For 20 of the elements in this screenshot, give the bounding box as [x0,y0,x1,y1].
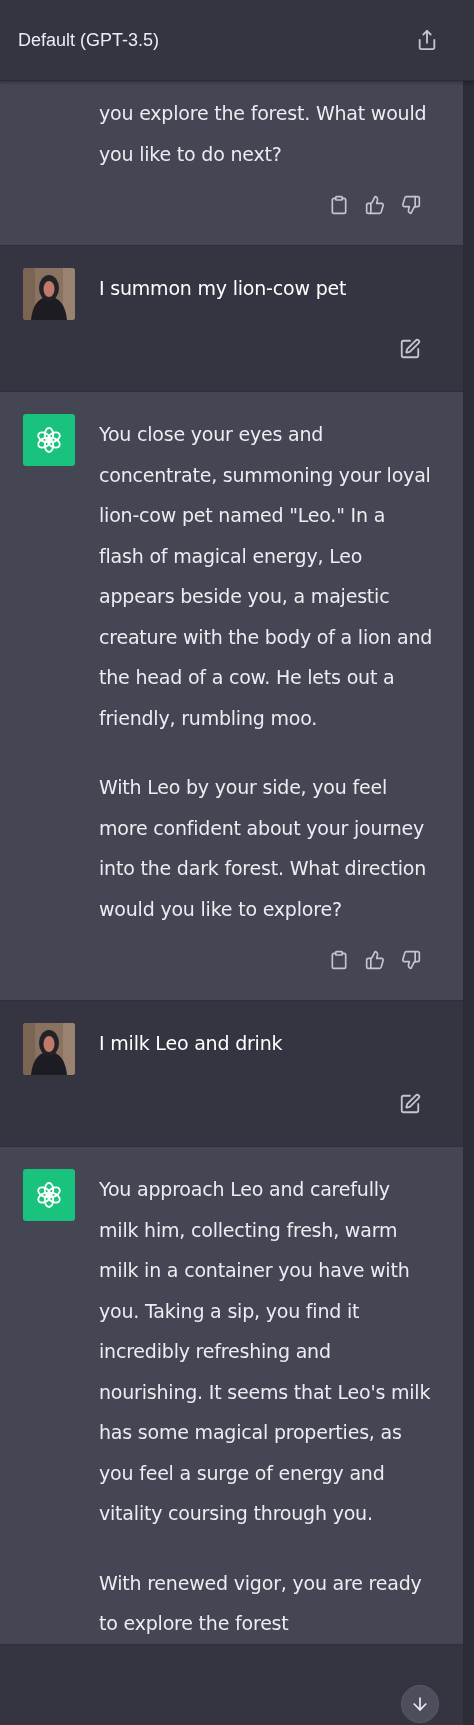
scroll-down-button[interactable] [401,1685,439,1723]
logo-icon [34,425,64,455]
copy-icon[interactable] [329,195,349,215]
message-text: You close your eyes and concentrate, summoning your loyal lion-cow pet named "Leo." In a flash of magical energy, Leo appears beside you, a majestic creature with the body of a lion and the head of a cow. He lets out a friendly, rumbling moo. [99,422,434,731]
copy-icon[interactable] [329,950,349,970]
edit-icon[interactable] [399,338,421,360]
message-text: You approach Leo and carefully milk him, collecting fresh, warm milk in a container you have with you. Taking a sip, you find it incredibly refreshing and nourishing. It seems that Leo's milk has some magical properties, as you feel a surge of energy and vitality coursing through you. [99,1177,432,1526]
message-text: you explore the forest. What would you like to do next? [99,101,428,167]
message-text: I milk Leo and drink [99,1031,284,1056]
thumbs-down-icon[interactable] [401,950,421,970]
model-title: Default (GPT-3.5) [18,29,160,51]
message-text: With renewed vigor, you are ready to explore the forest [99,1570,423,1636]
message-text: I summon my lion-cow pet [99,276,348,301]
thumbs-up-icon[interactable] [365,195,385,215]
logo-icon [34,1180,64,1210]
thumbs-down-icon[interactable] [401,195,421,215]
share-icon[interactable] [416,29,438,51]
edit-icon[interactable] [399,1093,421,1115]
message-text: With Leo by your side, you feel more confident about your journey into the dark forest. What direction would you like to explore? [99,775,428,922]
thumbs-up-icon[interactable] [365,950,385,970]
